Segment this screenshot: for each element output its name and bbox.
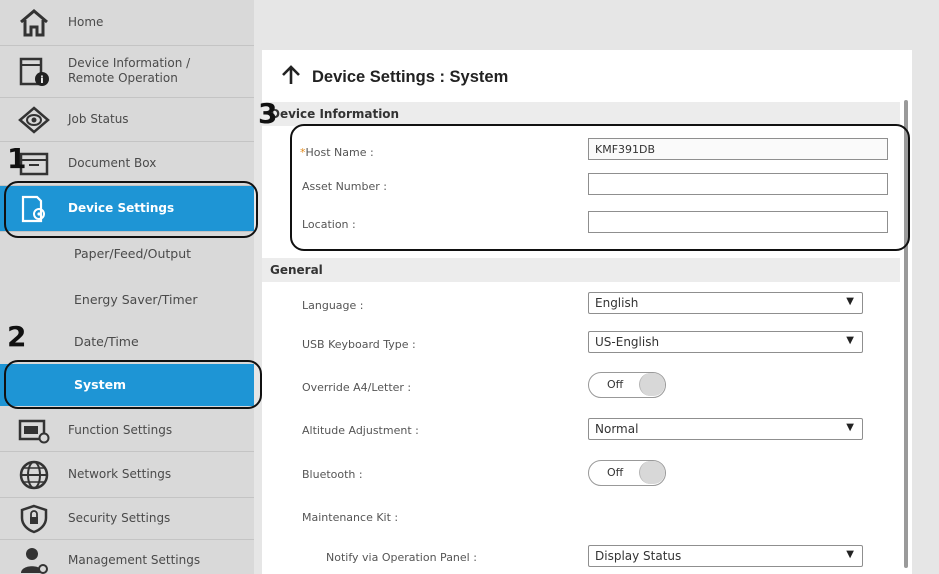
sidebar-item-label: Management Settings [68, 552, 201, 567]
chevron-down-icon: ▼ [846, 296, 854, 307]
sidebar-subitem-paper-feed-output[interactable]: Paper/Feed/Output [0, 232, 254, 278]
toggle-state-text: Off [607, 378, 624, 391]
chevron-down-icon: ▼ [846, 549, 854, 560]
sidebar-subitem-label: Paper/Feed/Output [74, 246, 192, 261]
toggle-knob [639, 461, 665, 484]
override-a4-letter-toggle[interactable]: Off [588, 372, 666, 398]
notify-operation-panel-value: Display Status [595, 549, 682, 563]
language-select[interactable]: English ▼ [588, 292, 863, 314]
arrow-up-icon[interactable] [280, 64, 302, 90]
sidebar-subitem-energy-saver[interactable]: Energy Saver/Timer [0, 278, 254, 322]
notify-operation-panel-label: Notify via Operation Panel : [326, 551, 477, 564]
chevron-down-icon: ▼ [846, 335, 854, 346]
toggle-state-text: Off [607, 466, 624, 479]
sidebar-item-label: Network Settings [68, 467, 172, 481]
security-shield-icon [16, 504, 52, 534]
maintenance-kit-label: Maintenance Kit : [302, 511, 399, 524]
altitude-adjustment-select[interactable]: Normal ▼ [588, 418, 863, 440]
sidebar-item-home[interactable]: Home [0, 0, 254, 46]
language-select-value: English [595, 296, 639, 310]
network-globe-icon [16, 460, 52, 490]
sidebar-item-label: Security Settings [68, 511, 171, 525]
callout-box-device-settings [4, 181, 258, 238]
function-settings-icon [16, 416, 52, 446]
page-title-text: Device Settings : System [312, 67, 509, 86]
sidebar-subitem-label: Date/Time [74, 334, 139, 349]
sidebar-item-label-line1: Device Information / [68, 56, 191, 70]
sidebar-item-function-settings[interactable]: Function Settings [0, 410, 254, 452]
sidebar-item-label-line2: Remote Operation [68, 71, 178, 85]
sidebar-subitem-date-time[interactable]: Date/Time [0, 322, 254, 364]
svg-text:i: i [40, 75, 43, 86]
altitude-adjustment-value: Normal [595, 422, 639, 436]
altitude-adjustment-label: Altitude Adjustment : [302, 424, 419, 437]
sidebar-item-document-box[interactable]: Document Box [0, 142, 254, 186]
section-header-device-information: Device Information [262, 102, 900, 126]
callout-number-1: 1 [7, 142, 27, 175]
callout-box-system [4, 360, 262, 409]
management-user-icon [16, 545, 52, 574]
sidebar-item-label: Device Information / Remote Operation [68, 56, 190, 86]
sidebar-item-device-information[interactable]: i Device Information / Remote Operation [0, 46, 254, 98]
bluetooth-toggle[interactable]: Off [588, 460, 666, 486]
page-title: Device Settings : System [280, 64, 508, 90]
callout-box-device-information [290, 124, 910, 251]
usb-keyboard-type-value: US-English [595, 335, 660, 349]
callout-number-3: 3 [258, 97, 278, 130]
toggle-knob [639, 373, 665, 396]
sidebar-item-network-settings[interactable]: Network Settings [0, 452, 254, 498]
usb-keyboard-type-select[interactable]: US-English ▼ [588, 331, 863, 353]
device-info-icon: i [16, 57, 52, 87]
language-label: Language : [302, 299, 364, 312]
usb-keyboard-type-label: USB Keyboard Type : [302, 338, 416, 351]
sidebar: Home i Device Information / Remote Opera… [0, 0, 254, 574]
home-icon [16, 8, 52, 38]
sidebar-item-label: Job Status [68, 112, 129, 126]
sidebar-item-label: Function Settings [68, 423, 173, 437]
sidebar-item-management-settings[interactable]: Management Settings [0, 540, 254, 574]
callout-number-2: 2 [7, 320, 27, 353]
notify-operation-panel-select[interactable]: Display Status ▼ [588, 545, 863, 567]
sidebar-item-security-settings[interactable]: Security Settings [0, 498, 254, 540]
sidebar-item-job-status[interactable]: Job Status [0, 98, 254, 142]
job-status-icon [16, 105, 52, 135]
sidebar-item-label: Home [68, 15, 104, 29]
bluetooth-label: Bluetooth : [302, 468, 363, 481]
sidebar-subitem-label: Energy Saver/Timer [74, 292, 198, 307]
chevron-down-icon: ▼ [846, 422, 854, 433]
override-a4-letter-label: Override A4/Letter : [302, 381, 412, 394]
section-header-general: General [262, 258, 900, 282]
sidebar-item-label: Document Box [68, 156, 157, 170]
